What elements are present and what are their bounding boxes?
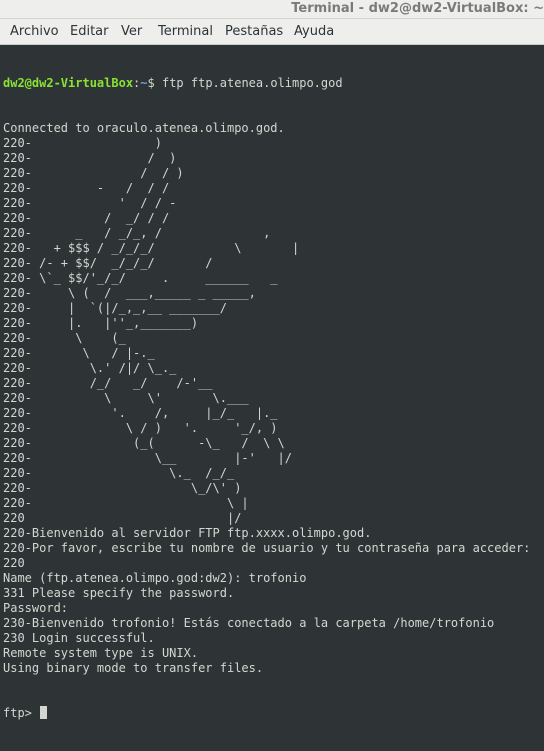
prompt-path: ~	[140, 76, 148, 90]
output-line: 220- / )	[3, 151, 177, 165]
output-line: 220- \ \' \.___	[3, 391, 249, 405]
ftp-prompt-line[interactable]: ftp>	[3, 706, 530, 721]
output-line: 220- (_( -\_ / \ \	[3, 436, 285, 450]
output-line: 220-Por favor, escribe tu nombre de usua…	[3, 541, 531, 555]
output-line: 220- - / / /	[3, 181, 170, 195]
window-title: Terminal - dw2@dw2-VirtualBox: ~	[291, 1, 544, 16]
output-line: 220- \ / |-._	[3, 346, 155, 360]
output-line: 220- |. |''_,_______)	[3, 316, 199, 330]
output-line: 220	[3, 556, 25, 570]
output-line: 220- \ ( / ___,_____ _ _____,	[3, 286, 256, 300]
ftp-prompt: ftp>	[3, 706, 40, 720]
output-line: 220-Bienvenido al servidor FTP ftp.xxxx.…	[3, 526, 372, 540]
output-line: 220- \.' /|/ \_._	[3, 361, 177, 375]
prompt-command: ftp ftp.atenea.olimpo.god	[161, 76, 343, 90]
prompt-symbol: $	[147, 76, 162, 90]
output-line: Using binary mode to transfer files.	[3, 661, 264, 675]
output-line: 220- \ |	[3, 496, 249, 510]
output-lines: Connected to oraculo.atenea.olimpo.god. 2…	[3, 121, 530, 676]
output-line: 220- \._ /_/_	[3, 466, 235, 480]
menu-bar: Archivo Editar Ver Terminal Pestañas Ayu…	[0, 19, 544, 45]
menu-editar[interactable]: Editar	[70, 24, 109, 39]
output-line: 230 Login successful.	[3, 631, 155, 645]
output-line: 220- \ / ) '. '_/, )	[3, 421, 278, 435]
output-line: 220- _ / _/_, / ,	[3, 226, 271, 240]
output-line: 220- | `(|/_,_,__ _______/	[3, 301, 227, 315]
output-line: 220- )	[3, 136, 162, 150]
output-line: 331 Please specify the password.	[3, 586, 235, 600]
menu-terminal[interactable]: Terminal	[158, 24, 213, 39]
menu-archivo[interactable]: Archivo	[10, 24, 59, 39]
menu-ver[interactable]: Ver	[121, 24, 142, 39]
output-line: Remote system type is UNIX.	[3, 646, 199, 660]
output-line: 220- \ (_	[3, 331, 126, 345]
output-line: 220- ' / / -	[3, 196, 177, 210]
output-line: 230-Bienvenido trofonio! Estás conectado…	[3, 616, 495, 630]
output-line: 220- /_/ _/ /-'__	[3, 376, 213, 390]
output-line: 220- /- + $$/ _/_/_/ /	[3, 256, 213, 270]
output-line: 220- / _/ / /	[3, 211, 170, 225]
output-line: Password:	[3, 601, 69, 615]
text-cursor	[40, 706, 48, 719]
output-line: 220- '. /, |_/_ |._	[3, 406, 278, 420]
output-line: 220- / / )	[3, 166, 184, 180]
output-line: 220- + $$$ / _/_/_/ \ |	[3, 241, 300, 255]
prompt-line: dw2@dw2-VirtualBox:~$ ftp ftp.atenea.oli…	[3, 76, 530, 91]
output-line: Connected to oraculo.atenea.olimpo.god.	[3, 121, 285, 135]
output-line: Name (ftp.atenea.olimpo.god:dw2): trofon…	[3, 571, 307, 585]
prompt-user-host: dw2@dw2-VirtualBox	[3, 76, 134, 90]
output-line: 220 |/	[3, 511, 242, 525]
output-line: 220- \_/\' )	[3, 481, 242, 495]
terminal-area[interactable]: dw2@dw2-VirtualBox:~$ ftp ftp.atenea.oli…	[0, 45, 544, 720]
terminal-output: dw2@dw2-VirtualBox:~$ ftp ftp.atenea.oli…	[3, 46, 530, 751]
menu-pestanas[interactable]: Pestañas	[225, 24, 283, 39]
title-bar: Terminal - dw2@dw2-VirtualBox: ~	[0, 0, 544, 19]
output-line: 220- \__ |-' |/	[3, 451, 292, 465]
output-line: 220- \`_ $$/'_/_/ . ______ _	[3, 271, 278, 285]
menu-ayuda[interactable]: Ayuda	[294, 24, 334, 39]
